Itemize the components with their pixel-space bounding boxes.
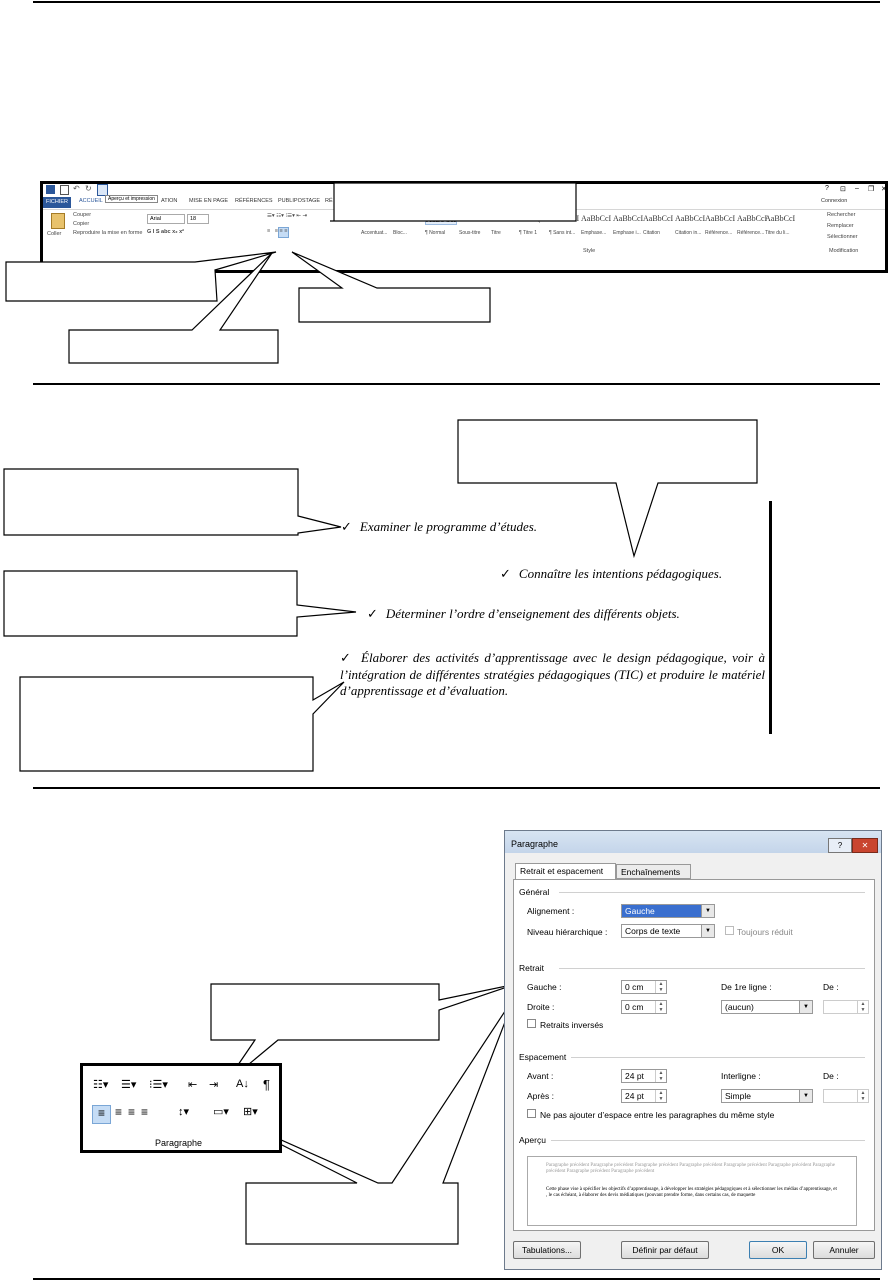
qat-tooltip: Aperçu et impression (105, 195, 158, 203)
cancel-button[interactable]: Annuler (813, 1241, 875, 1259)
line-spacing-label: Interligne : (721, 1071, 761, 1081)
right-indent-label: Droite : (527, 1002, 555, 1012)
pilcrow-icon[interactable]: ¶ (263, 1077, 270, 1092)
check-icon: ✓ (500, 566, 511, 581)
ok-button[interactable]: OK (749, 1241, 807, 1259)
preview-group-label: Aperçu (519, 1135, 546, 1145)
no-space-label: Ne pas ajouter d’espace entre les paragr… (540, 1110, 775, 1120)
close-button[interactable]: ✕ (852, 838, 878, 853)
level-value: Corps de texte (625, 926, 681, 936)
tabs-button[interactable]: Tabulations... (513, 1241, 581, 1259)
line-spacing-value: Simple (725, 1091, 751, 1101)
preview-group-line (551, 1140, 865, 1141)
bullets-icon[interactable]: ☷▾ (93, 1078, 108, 1091)
alignment-select[interactable]: Gauche ▼ (621, 904, 715, 918)
collapsed-checkbox[interactable] (725, 926, 734, 935)
tab-indents-spacing[interactable]: Retrait et espacement (515, 863, 616, 880)
right-indent-input[interactable]: 0 cm ▲ ▼ (621, 1000, 667, 1014)
line-spacing-select[interactable]: Simple ▼ (721, 1089, 813, 1103)
spacing-group-line (571, 1057, 865, 1058)
borders-icon[interactable]: ⊞▾ (243, 1105, 258, 1118)
preview-sample-text: Cette phase vise à spécifier les objecti… (546, 1187, 837, 1198)
bullet-text: Connaître les intentions pédagogiques. (518, 566, 723, 581)
help-button[interactable]: ? (828, 838, 852, 853)
indent-group-label: Retrait (519, 963, 545, 973)
chevron-down-icon: ▼ (701, 905, 714, 917)
chevron-down-icon: ▼ (799, 1090, 812, 1102)
spinner-icon[interactable]: ▲ ▼ (857, 1090, 868, 1102)
mirror-indents-label: Retraits inversés (540, 1020, 604, 1030)
preview-box: Paragraphe précédent Paragraphe précéden… (527, 1156, 857, 1226)
set-default-button[interactable]: Définir par défaut (621, 1241, 709, 1259)
first-line-select[interactable]: (aucun) ▼ (721, 1000, 813, 1014)
after-value: 24 pt (625, 1091, 644, 1101)
level-select[interactable]: Corps de texte ▼ (621, 924, 715, 938)
collapsed-label: Toujours réduit (737, 927, 793, 937)
multilevel-list-icon[interactable]: ⁝☰▾ (149, 1078, 168, 1091)
spinner-icon[interactable]: ▲ ▼ (655, 1090, 666, 1102)
paragraph-dialog: Paragraphe ? ✕ Retrait et espacement Enc… (504, 830, 882, 1270)
bullet-text: Examiner le programme d’études. (359, 519, 538, 534)
level-label: Niveau hiérarchique : (527, 927, 608, 937)
align-right-icons[interactable]: ≡≡≡ (115, 1105, 154, 1119)
before-label: Avant : (527, 1071, 554, 1081)
check-icon: ✓ (367, 606, 378, 621)
sort-icon[interactable]: A↓ (236, 1078, 249, 1090)
by-label: De : (823, 982, 839, 992)
at-input[interactable]: ▲ ▼ (823, 1089, 869, 1103)
left-indent-label: Gauche : (527, 982, 562, 992)
indent-group-line (559, 968, 865, 969)
first-line-value: (aucun) (725, 1002, 754, 1012)
paragraph-group-label: Paragraphe (155, 1138, 203, 1148)
increase-indent-icon[interactable]: ⇥ (209, 1078, 218, 1091)
bullet-item-4: ✓ Élaborer des activités d’apprentissage … (340, 650, 765, 700)
by-input[interactable]: ▲ ▼ (823, 1000, 869, 1014)
right-indent-value: 0 cm (625, 1002, 644, 1012)
alignment-value: Gauche (625, 906, 655, 916)
after-label: Après : (527, 1091, 554, 1101)
spinner-icon[interactable]: ▲ ▼ (857, 1001, 868, 1013)
bullet-item-1: ✓ Examiner le programme d’études. (341, 519, 537, 535)
chevron-down-icon: ▼ (799, 1001, 812, 1013)
chevron-down-icon: ▼ (701, 925, 714, 937)
dialog-titlebar: Paragraphe ? ✕ (505, 831, 881, 853)
align-left-icon[interactable]: ≡ (92, 1105, 111, 1124)
check-icon: ✓ (341, 519, 352, 534)
dialog-title: Paragraphe (511, 839, 559, 849)
before-value: 24 pt (625, 1071, 644, 1081)
shading-icon[interactable]: ▭▾ (213, 1105, 229, 1118)
no-space-checkbox[interactable] (527, 1109, 536, 1118)
decrease-indent-icon[interactable]: ⇤ (188, 1078, 197, 1091)
general-group-label: Général (519, 887, 550, 897)
numbering-icon[interactable]: ☰▾ (121, 1078, 136, 1091)
general-group-line (559, 892, 865, 893)
spinner-icon[interactable]: ▲ ▼ (655, 1070, 666, 1082)
paragraph-group-panel: ☷▾ ☰▾ ⁝☰▾ ⇤ ⇥ A↓ ¶ ≡ ≡≡≡ ↕▾ ▭▾ ⊞▾ Paragr… (80, 1063, 282, 1153)
spinner-icon[interactable]: ▲ ▼ (655, 981, 666, 993)
first-line-label: De 1re ligne : (721, 982, 772, 992)
bullet-item-3: ✓ Déterminer l’ordre d’enseignement des d… (367, 606, 680, 622)
after-input[interactable]: 24 pt ▲ ▼ (621, 1089, 667, 1103)
left-indent-input[interactable]: 0 cm ▲ ▼ (621, 980, 667, 994)
spacing-group-label: Espacement (519, 1052, 567, 1062)
line-spacing-icon[interactable]: ↕▾ (178, 1105, 189, 1118)
bullet-text: Déterminer l’ordre d’enseignement des di… (385, 606, 680, 621)
at-label: De : (823, 1071, 839, 1081)
preview-previous-text: Paragraphe précédent Paragraphe précéden… (546, 1163, 836, 1174)
mirror-indents-checkbox[interactable] (527, 1019, 536, 1028)
alignment-label: Alignement : (527, 906, 575, 916)
left-indent-value: 0 cm (625, 982, 644, 992)
bullet-item-2: ✓ Connaître les intentions pédagogiques. (500, 566, 722, 582)
before-input[interactable]: 24 pt ▲ ▼ (621, 1069, 667, 1083)
spinner-icon[interactable]: ▲ ▼ (655, 1001, 666, 1013)
bullet-text: Élaborer des activités d’apprentissage a… (340, 650, 765, 698)
tab-line-breaks[interactable]: Enchaînements (616, 864, 691, 879)
check-icon: ✓ (340, 650, 354, 665)
